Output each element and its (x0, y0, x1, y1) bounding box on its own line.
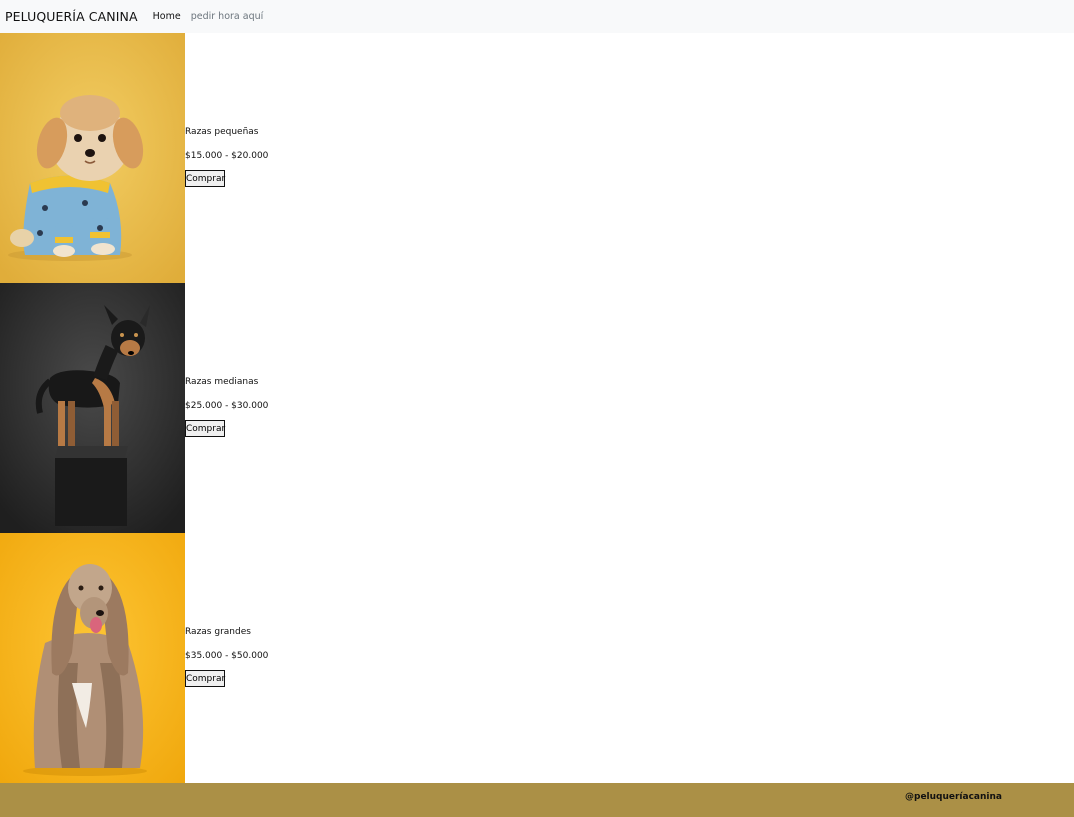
nav-link-book-appointment[interactable]: pedir hora aquí (191, 11, 264, 22)
product-name: Razas grandes (185, 627, 251, 637)
social-handle: @peluqueríacanina (905, 792, 1002, 802)
large-dog-photo (0, 533, 185, 783)
product-card-large: Razas grandes $35.000 - $50.000 Comprar (0, 533, 1074, 783)
product-info: Razas grandes $35.000 - $50.000 Comprar (185, 627, 268, 687)
product-name: Razas pequeñas (185, 127, 259, 137)
buy-button[interactable]: Comprar (185, 170, 225, 187)
product-info: Razas pequeñas $15.000 - $20.000 Comprar (185, 127, 268, 187)
nav-link-home[interactable]: Home (153, 11, 181, 22)
product-price: $15.000 - $20.000 (185, 151, 269, 161)
buy-button[interactable]: Comprar (185, 420, 225, 437)
brand-title[interactable]: PELUQUERÍA CANINA (5, 9, 138, 24)
small-dog-photo (0, 33, 185, 283)
product-card-small: Razas pequeñas $15.000 - $20.000 Comprar (0, 33, 1074, 283)
product-name: Razas medianas (185, 377, 259, 387)
product-price: $25.000 - $30.000 (185, 401, 269, 411)
product-list: Razas pequeñas $15.000 - $20.000 Comprar (0, 33, 1074, 783)
product-price: $35.000 - $50.000 (185, 651, 269, 661)
product-info: Razas medianas $25.000 - $30.000 Comprar (185, 377, 268, 437)
product-card-medium: Razas medianas $25.000 - $30.000 Comprar (0, 283, 1074, 533)
medium-dog-photo (0, 283, 185, 533)
footer: @peluqueríacanina (0, 783, 1074, 817)
buy-button[interactable]: Comprar (185, 670, 225, 687)
navbar: PELUQUERÍA CANINA Home pedir hora aquí (0, 0, 1074, 33)
